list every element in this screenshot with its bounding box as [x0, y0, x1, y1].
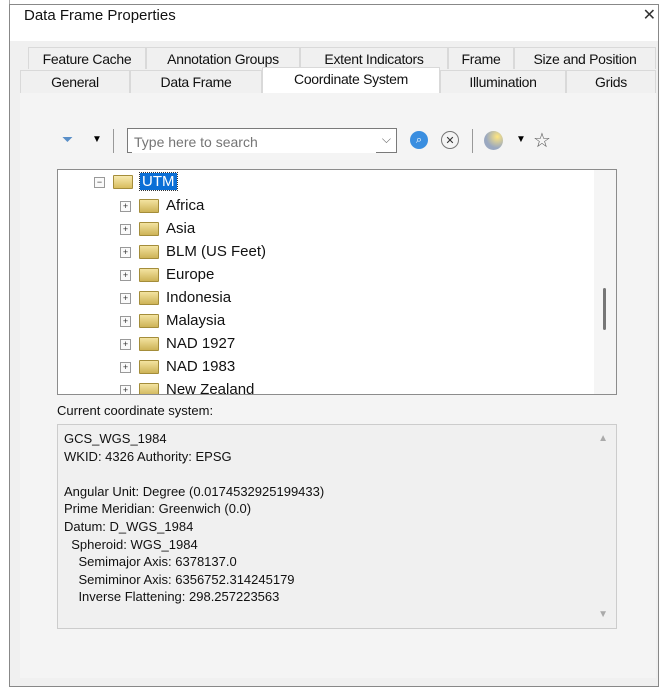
- tree-node-label: New Zealand: [166, 381, 255, 395]
- filter-icon[interactable]: ⏷: [62, 131, 73, 148]
- expand-icon[interactable]: +: [120, 292, 131, 304]
- folder-icon: [139, 291, 159, 306]
- expand-icon[interactable]: +: [120, 315, 131, 327]
- tab-coordinate-system[interactable]: Coordinate System: [262, 67, 440, 93]
- title-bar: Data Frame Properties ✕: [10, 5, 658, 41]
- tab-data-frame[interactable]: Data Frame: [130, 70, 262, 93]
- detail-line: Datum: D_WGS_1984: [64, 519, 194, 534]
- detail-line: WKID: 4326 Authority: EPSG: [64, 448, 232, 464]
- tree-node-label: NAD 1983: [166, 358, 236, 375]
- search-input[interactable]: ⌵: [127, 128, 397, 153]
- scroll-down-icon[interactable]: ▼: [598, 609, 608, 620]
- tab-general[interactable]: General: [20, 70, 130, 93]
- globe-dropdown-arrow-icon[interactable]: ▼: [516, 134, 526, 145]
- current-coordinate-system-label: Current coordinate system:: [57, 403, 214, 418]
- tab-extent-indicators[interactable]: Extent Indicators: [300, 47, 448, 69]
- detail-line: GCS_WGS_1984: [64, 431, 167, 446]
- search-field[interactable]: [132, 130, 376, 153]
- tree-node-label: Asia: [166, 220, 196, 237]
- tab-grids[interactable]: Grids: [566, 70, 656, 93]
- clear-search-icon[interactable]: ✕: [441, 131, 459, 149]
- close-button[interactable]: ✕: [643, 5, 656, 25]
- tab-annotation-groups[interactable]: Annotation Groups: [146, 47, 300, 69]
- detail-line: Spheroid: WGS_1984: [64, 536, 198, 552]
- tree-node[interactable]: + NAD 1927: [120, 333, 235, 355]
- scrollbar-thumb[interactable]: [603, 288, 606, 330]
- folder-icon: [139, 383, 159, 394]
- tree-node[interactable]: + NAD 1983: [120, 356, 235, 378]
- open-folder-icon: [113, 175, 133, 190]
- search-icon[interactable]: ⌕: [410, 131, 428, 149]
- tree-node[interactable]: + Africa: [120, 195, 204, 217]
- add-favorite-star-icon[interactable]: ☆: [533, 128, 551, 153]
- collapse-icon[interactable]: −: [94, 176, 105, 188]
- current-coordinate-system-details: GCS_WGS_1984 WKID: 4326 Authority: EPSG An…: [57, 424, 617, 629]
- expand-icon[interactable]: +: [120, 246, 131, 258]
- tree-node-label: Africa: [166, 197, 205, 214]
- tree-node-label: NAD 1927: [166, 335, 236, 352]
- tree-node[interactable]: + New Zealand: [120, 379, 255, 395]
- tree-node-label: Malaysia: [166, 312, 226, 329]
- scroll-up-icon[interactable]: ▲: [598, 433, 608, 444]
- tab-size-and-position[interactable]: Size and Position: [514, 47, 656, 69]
- toolbar-separator: [472, 129, 473, 153]
- tree-node[interactable]: + Indonesia: [120, 287, 231, 309]
- tree-node-label: Europe: [166, 266, 215, 283]
- tab-frame[interactable]: Frame: [448, 47, 514, 69]
- folder-icon: [139, 268, 159, 283]
- folder-icon: [139, 314, 159, 329]
- detail-line: Angular Unit: Degree (0.0174532925199433…: [64, 483, 325, 499]
- folder-icon: [139, 337, 159, 352]
- detail-line: Semiminor Axis: 6356752.314245179: [64, 571, 295, 587]
- expand-icon[interactable]: +: [120, 223, 131, 235]
- expand-icon[interactable]: +: [120, 200, 131, 212]
- folder-icon: [139, 245, 159, 260]
- globe-icon[interactable]: [484, 131, 503, 150]
- folder-icon: [139, 360, 159, 375]
- tree-node-label: UTM: [139, 172, 178, 191]
- folder-icon: [139, 222, 159, 237]
- tree-node-label: BLM (US Feet): [166, 243, 267, 260]
- tree-scrollbar[interactable]: [594, 170, 616, 394]
- tree-node[interactable]: + Malaysia: [120, 310, 225, 332]
- dialog-title: Data Frame Properties: [24, 7, 176, 24]
- expand-icon[interactable]: +: [120, 338, 131, 350]
- expand-icon[interactable]: +: [120, 269, 131, 281]
- tab-illumination[interactable]: Illumination: [440, 70, 566, 93]
- detail-line: Prime Meridian: Greenwich (0.0): [64, 501, 252, 517]
- expand-icon[interactable]: +: [120, 361, 131, 373]
- folder-icon: [139, 199, 159, 214]
- tree-node-utm[interactable]: − UTM: [94, 171, 178, 193]
- tree-node[interactable]: + Asia: [120, 218, 195, 240]
- coordinate-system-tree[interactable]: − UTM + Africa + Asia + BLM (US Feet) + Europe + I…: [57, 169, 617, 395]
- search-dropdown-icon[interactable]: ⌵: [382, 132, 391, 147]
- toolbar-separator: [113, 129, 114, 153]
- tree-node[interactable]: + BLM (US Feet): [120, 241, 266, 263]
- tab-feature-cache[interactable]: Feature Cache: [28, 47, 146, 69]
- detail-line: Semimajor Axis: 6378137.0: [64, 554, 237, 570]
- tree-node-label: Indonesia: [166, 289, 232, 306]
- detail-line: Inverse Flattening: 298.257223563: [64, 589, 280, 605]
- tree-node[interactable]: + Europe: [120, 264, 214, 286]
- filter-dropdown-arrow-icon[interactable]: ▼: [92, 134, 102, 145]
- expand-icon[interactable]: +: [120, 384, 131, 394]
